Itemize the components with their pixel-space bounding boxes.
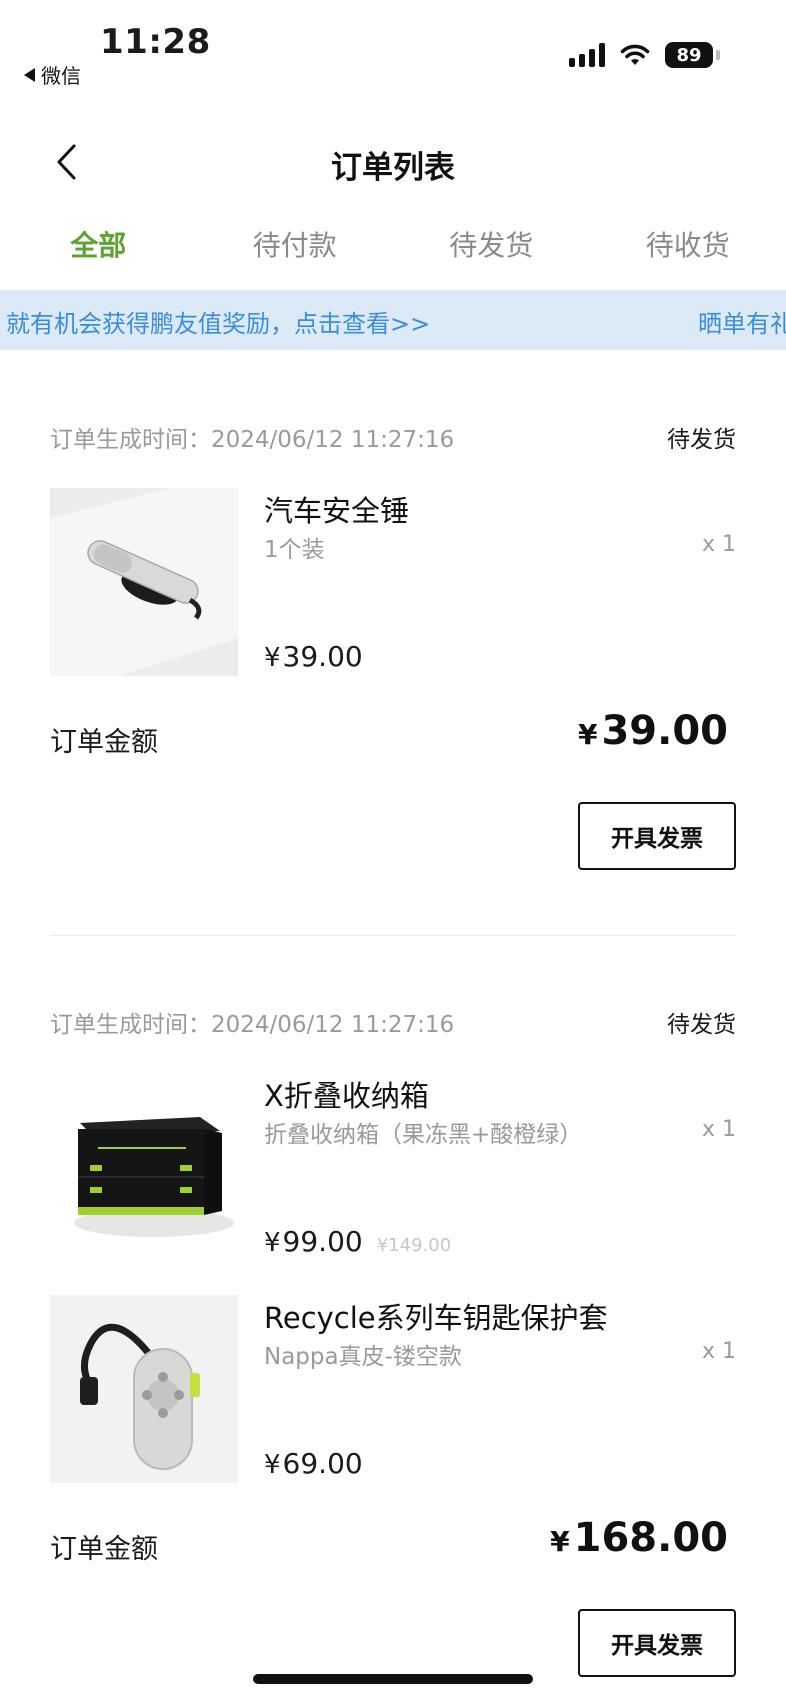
issue-invoice-button[interactable]: 开具发票: [578, 1609, 736, 1677]
product-spec: 折叠收纳箱（果冻黑+酸橙绿）: [264, 1122, 583, 1148]
product-quantity: x 1: [701, 1339, 736, 1364]
order-total-row: 订单金额 ¥168.00: [50, 1515, 736, 1575]
nav-bar: 订单列表: [0, 120, 786, 204]
notice-text-next: 晒单有礼: [698, 310, 786, 338]
product-name: X折叠收纳箱: [264, 1079, 429, 1113]
order-card[interactable]: 订单生成时间：2024/06/12 11:27:16 待发货 X折叠收纳箱 折叠…: [50, 1005, 736, 1677]
product-image-key-cover: [50, 1295, 238, 1483]
product-spec: Nappa真皮-镂空款: [264, 1344, 462, 1370]
back-to-app-link[interactable]: 微信: [24, 60, 81, 89]
back-triangle-icon: [24, 67, 35, 82]
product-quantity: x 1: [701, 532, 736, 557]
product-image-storage-box: [50, 1073, 238, 1261]
home-indicator[interactable]: [253, 1674, 533, 1684]
issue-invoice-button[interactable]: 开具发票: [578, 802, 736, 870]
back-app-label: 微信: [41, 64, 81, 88]
product-price: ¥99.00 ¥149.00: [264, 1225, 452, 1258]
battery-level: 89: [665, 42, 713, 68]
order-header: 订单生成时间：2024/06/12 11:27:16 待发货: [50, 1005, 736, 1039]
order-item[interactable]: X折叠收纳箱 折叠收纳箱（果冻黑+酸橙绿） x 1 ¥99.00 ¥149.00: [50, 1073, 736, 1263]
order-total-label: 订单金额: [50, 727, 158, 758]
status-indicators: 89: [569, 42, 720, 68]
order-status: 待发货: [667, 1012, 736, 1038]
order-total-row: 订单金额 ¥39.00: [50, 708, 736, 768]
page-title: 订单列表: [331, 150, 455, 186]
order-total-label: 订单金额: [50, 1534, 158, 1565]
product-spec: 1个装: [264, 537, 325, 563]
product-price: ¥69.00: [264, 1447, 363, 1480]
order-status: 待发货: [667, 427, 736, 453]
order-tabs: 全部 待付款 待发货 待收货: [0, 220, 786, 290]
tab-pending-payment[interactable]: 待付款: [197, 220, 394, 290]
notice-text: 就有机会获得鹏友值奖励，点击查看>>: [6, 310, 431, 338]
order-total-amount: ¥39.00: [577, 708, 728, 754]
order-time: 订单生成时间：2024/06/12 11:27:16: [50, 427, 455, 453]
order-card[interactable]: 订单生成时间：2024/06/12 11:27:16 待发货 汽车安全锤 1个装…: [50, 420, 736, 870]
battery-icon: 89: [665, 42, 720, 68]
wifi-icon: [620, 44, 650, 65]
order-total-amount: ¥168.00: [550, 1515, 728, 1561]
cellular-signal-icon: [569, 43, 605, 67]
product-name: 汽车安全锤: [264, 494, 410, 528]
tab-pending-shipment[interactable]: 待发货: [393, 220, 590, 290]
product-name: Recycle系列车钥匙保护套: [264, 1301, 608, 1335]
status-time: 11:28: [100, 22, 211, 62]
order-divider: [50, 935, 736, 936]
tab-all[interactable]: 全部: [0, 220, 197, 290]
order-item[interactable]: Recycle系列车钥匙保护套 Nappa真皮-镂空款 x 1 ¥69.00: [50, 1295, 736, 1485]
notice-banner[interactable]: 就有机会获得鹏友值奖励，点击查看>> 晒单有礼: [0, 290, 786, 350]
product-image-safety-hammer: [50, 488, 238, 676]
product-original-price: ¥149.00: [376, 1235, 452, 1256]
tab-pending-receipt[interactable]: 待收货: [590, 220, 786, 290]
order-item[interactable]: 汽车安全锤 1个装 x 1 ¥39.00: [50, 488, 736, 678]
product-price: ¥39.00: [264, 640, 363, 673]
order-header: 订单生成时间：2024/06/12 11:27:16 待发货: [50, 420, 736, 454]
order-time: 订单生成时间：2024/06/12 11:27:16: [50, 1012, 455, 1038]
product-quantity: x 1: [701, 1117, 736, 1142]
status-bar: 11:28 微信 89: [0, 0, 786, 100]
